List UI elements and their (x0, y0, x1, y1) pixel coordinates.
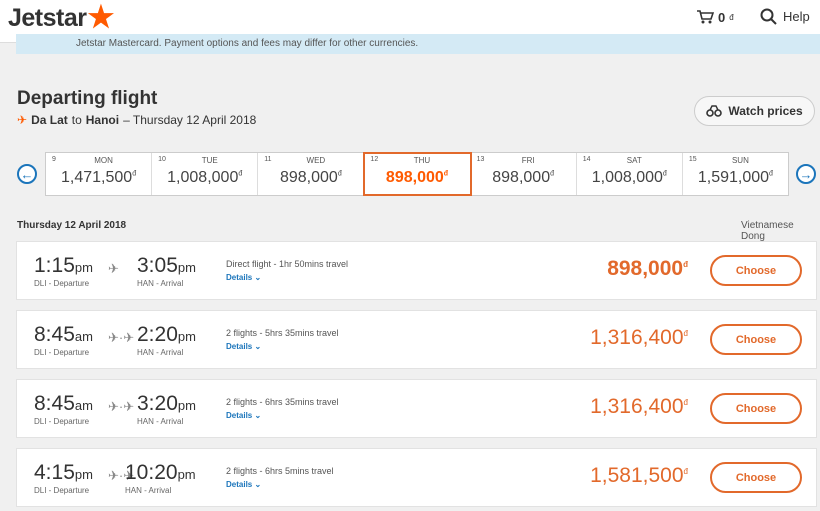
route-destination: Hanoi (85, 113, 120, 127)
watch-prices-button[interactable]: Watch prices (694, 96, 815, 126)
cart-icon (697, 10, 714, 24)
binoculars-icon (706, 105, 723, 117)
flight-info: 2 flights - 6hrs 35mins travel (226, 397, 339, 407)
arrival-label: HAN - Arrival (125, 486, 172, 495)
arrival-label: HAN - Arrival (137, 417, 184, 426)
page-title: Departing flight (17, 88, 158, 109)
details-link[interactable]: Details ⌄ (226, 273, 261, 282)
chevron-down-icon: ⌄ (254, 342, 262, 351)
route-origin: Da Lat (31, 113, 68, 127)
departure-time: 1:15pm (34, 254, 93, 277)
arrival-time: 3:05pm (137, 254, 196, 277)
cart-amount: 0 (718, 9, 726, 25)
choose-button[interactable]: Choose (710, 324, 802, 355)
date-weekday: FRI (521, 156, 535, 165)
arrival-time: 10:20pm (125, 461, 196, 484)
date-price: 898,000đ (279, 169, 342, 186)
results-date: Thursday 12 April 2018 (17, 220, 127, 231)
arrow-left-icon: ← (20, 166, 34, 182)
date-cell[interactable]: 13 FRI 898,000đ (471, 153, 577, 195)
chevron-down-icon: ⌄ (254, 411, 262, 420)
date-weekday: SUN (731, 156, 749, 165)
arrow-right-icon: → (799, 166, 813, 182)
next-dates-button[interactable]: → (796, 164, 816, 184)
choose-button[interactable]: Choose (710, 255, 802, 286)
connecting-plane-icon: ✈·✈ (108, 330, 135, 345)
departure-label: DLI - Departure (34, 417, 90, 426)
details-link[interactable]: Details ⌄ (226, 480, 261, 489)
date-weekday: SAT (626, 156, 642, 165)
flight-row: 8:45am DLI - Departure ✈·✈ 3:20pm HAN - … (16, 379, 817, 438)
date-price: 1,471,500đ (61, 169, 137, 186)
flight-row: 1:15pm DLI - Departure ✈ 3:05pm HAN - Ar… (16, 241, 817, 300)
flight-row: 8:45am DLI - Departure ✈·✈ 2:20pm HAN - … (16, 310, 817, 369)
date-cell[interactable]: 15 SUN 1,591,000đ (683, 153, 788, 195)
date-price: 1,008,000đ (591, 169, 667, 186)
departure-time: 8:45am (34, 392, 93, 415)
date-price: 898,000đ (492, 169, 554, 186)
plane-icon: ✈ (108, 261, 119, 276)
cart-currency: đ (729, 12, 734, 22)
results-currency: Vietnamese Dong (741, 220, 794, 242)
help-label: Help (783, 9, 810, 24)
flight-price: 898,000đ (607, 257, 688, 280)
date-price: 1,591,000đ (697, 169, 773, 186)
departure-label: DLI - Departure (34, 279, 90, 288)
watch-prices-label: Watch prices (728, 104, 803, 118)
jetstar-logo[interactable]: Jetstar ★ (8, 3, 114, 33)
flight-price: 1,316,400đ (590, 395, 688, 418)
date-weekday: WED (306, 156, 326, 165)
date-cell[interactable]: 9 MON 1,471,500đ (46, 153, 153, 195)
date-weekday: THU (413, 156, 431, 165)
notice-text: Jetstar Mastercard. Payment options and … (76, 38, 419, 49)
previous-dates-button[interactable]: ← (17, 164, 37, 184)
departure-time: 4:15pm (34, 461, 93, 484)
arrival-time: 3:20pm (137, 392, 196, 415)
arrival-time: 2:20pm (137, 323, 196, 346)
departure-label: DLI - Departure (34, 348, 90, 357)
date-cell[interactable]: 10 TUE 1,008,000đ (152, 153, 259, 195)
payment-notice: Jetstar Mastercard. Payment options and … (16, 34, 820, 54)
cart-button[interactable]: 0đ (696, 9, 734, 25)
flight-price: 1,316,400đ (590, 326, 688, 349)
choose-button[interactable]: Choose (710, 393, 802, 424)
date-weekday: MON (94, 156, 113, 165)
details-link[interactable]: Details ⌄ (226, 411, 261, 420)
departure-time: 8:45am (34, 323, 93, 346)
chevron-down-icon: ⌄ (254, 273, 262, 282)
connecting-plane-icon: ✈·✈ (108, 399, 135, 414)
arrival-label: HAN - Arrival (137, 279, 184, 288)
search-icon (760, 8, 777, 25)
flight-row: 4:15pm DLI - Departure ✈·✈ 10:20pm HAN -… (16, 448, 817, 507)
date-cell-selected[interactable]: 12 THU 898,000đ (363, 152, 472, 196)
logo-text: Jetstar (8, 3, 87, 32)
flight-info: Direct flight - 1hr 50mins travel (226, 259, 349, 269)
choose-button[interactable]: Choose (710, 462, 802, 493)
flight-info: 2 flights - 5hrs 35mins travel (226, 328, 339, 338)
help-button[interactable]: Help (760, 8, 810, 25)
route-date: – Thursday 12 April 2018 (123, 113, 257, 127)
flight-info: 2 flights - 6hrs 5mins travel (226, 466, 334, 476)
departure-label: DLI - Departure (34, 486, 90, 495)
route-summary: ✈ Da Lat to Hanoi – Thursday 12 April 20… (17, 113, 256, 127)
star-icon: ★ (87, 1, 115, 34)
flight-price: 1,581,500đ (590, 464, 688, 487)
plane-icon: ✈ (17, 113, 28, 127)
chevron-down-icon: ⌄ (254, 480, 262, 489)
date-cell[interactable]: 14 SAT 1,008,000đ (577, 153, 683, 195)
route-to: to (71, 113, 82, 127)
date-weekday: TUE (201, 156, 218, 165)
date-cell[interactable]: 11 WED 898,000đ (258, 153, 365, 195)
date-strip: 9 MON 1,471,500đ 10 TUE 1,008,000đ 11 WE… (45, 152, 789, 196)
details-link[interactable]: Details ⌄ (226, 342, 261, 351)
date-price: 1,008,000đ (167, 169, 243, 186)
date-price: 898,000đ (385, 169, 449, 186)
arrival-label: HAN - Arrival (137, 348, 184, 357)
